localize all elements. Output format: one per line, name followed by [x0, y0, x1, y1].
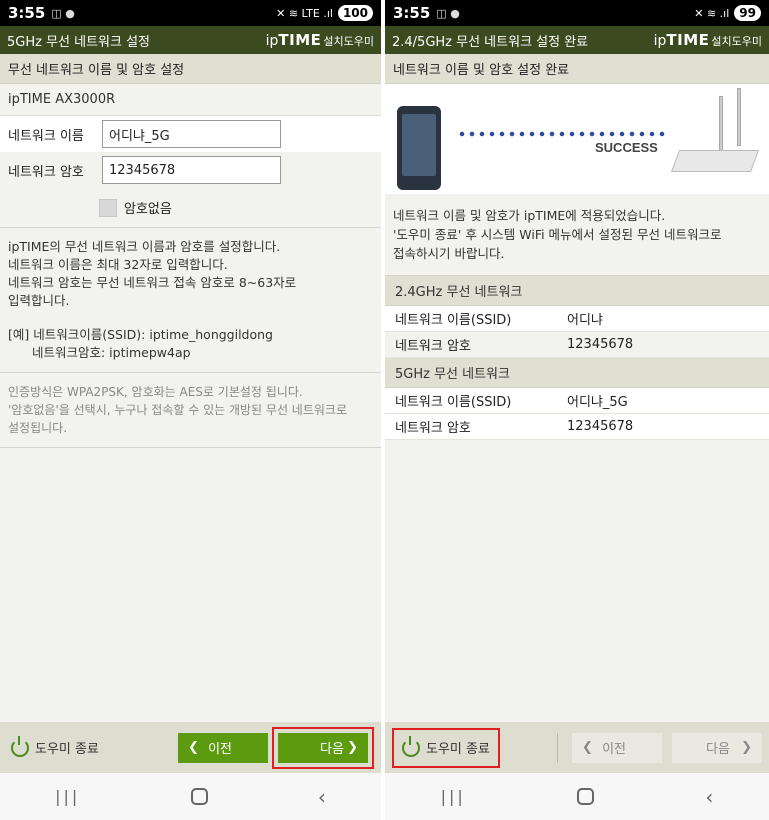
title-bar: 2.4/5GHz 무선 네트워크 설정 완료 ip TIME 설치도우미 — [385, 26, 769, 54]
band-5ghz-header: 5GHz 무선 네트워크 — [385, 358, 769, 388]
system-nav-bar: ||| ‹ — [385, 773, 769, 820]
prev-label: 이전 — [602, 742, 626, 757]
note-line: 인증방식은 WPA2PSK, 암호화는 AES로 기본설정 됩니다. — [8, 385, 303, 399]
password-value: 12345678 — [567, 337, 634, 352]
screenshot-pair: 3:55 ◫ ● ✕ ≋ LTE .ıl 100 5GHz 무선 네트워크 설정… — [0, 0, 769, 820]
completion-message: 네트워크 이름 및 암호가 ipTIME에 적용되었습니다. '도우미 종료' … — [385, 194, 769, 276]
message-line: 접속하시기 바랍니다. — [393, 246, 505, 261]
status-right: ✕ ≋ LTE .ıl 100 — [276, 5, 373, 21]
chevron-right-icon: ❯ — [741, 740, 752, 755]
band-5ghz-password-row: 네트워크 암호 12345678 — [385, 414, 769, 440]
next-button[interactable]: 다음 ❯ — [672, 732, 762, 763]
band-24ghz-password-row: 네트워크 암호 12345678 — [385, 332, 769, 358]
status-bar: 3:55 ◫ ● ✕ ≋ .ıl 99 — [385, 0, 769, 26]
note-line: '암호없음'을 선택시, 누구나 접속할 수 있는 개방된 무선 네트워크로 — [8, 403, 348, 417]
password-label: 네트워크 암호 — [395, 339, 471, 354]
model-name: ipTIME AX3000R — [0, 84, 381, 116]
signal-icon: ✕ ≋ LTE .ıl — [276, 6, 333, 20]
password-value: 12345678 — [567, 419, 634, 434]
system-nav-bar: ||| ‹ — [0, 773, 381, 820]
wizard-bottom-bar: 도우미 종료 ❮ 이전 다음 ❯ — [385, 722, 769, 773]
message-line: 네트워크 이름 및 암호가 ipTIME에 적용되었습니다. — [393, 208, 666, 223]
power-icon — [11, 735, 29, 757]
network-password-label: 네트워크 암호 — [8, 164, 84, 180]
home-icon[interactable] — [577, 788, 595, 805]
exit-wizard-button[interactable]: 도우미 종료 — [398, 732, 494, 764]
section-header: 네트워크 이름 및 암호 설정 완료 — [385, 54, 769, 84]
next-label: 다음 — [706, 742, 730, 757]
section-header: 무선 네트워크 이름 및 암호 설정 — [0, 54, 381, 84]
exit-wizard-label: 도우미 종료 — [426, 742, 490, 757]
notification-icons: ◫ ● — [51, 6, 75, 20]
iptime-logo: ip TIME 설치도우미 — [653, 31, 762, 49]
help-line: 네트워크 암호는 무선 네트워크 접속 암호로 8~63자로 — [8, 275, 297, 290]
notification-icons: ◫ ● — [436, 6, 460, 20]
page-title: 5GHz 무선 네트워크 설정 — [7, 34, 151, 50]
prev-button[interactable]: ❮ 이전 — [572, 732, 662, 763]
ssid-value: 어디냐_5G — [567, 395, 628, 410]
next-button-highlight: 다음 ❯ — [272, 726, 374, 769]
exit-button-highlight: 도우미 종료 — [392, 727, 500, 768]
page-title: 2.4/5GHz 무선 네트워크 설정 완료 — [392, 34, 589, 50]
band-5ghz-ssid-row: 네트워크 이름(SSID) 어디냐_5G — [385, 388, 769, 414]
wizard-screen-network-setup: 3:55 ◫ ● ✕ ≋ LTE .ıl 100 5GHz 무선 네트워크 설정… — [0, 0, 381, 820]
example-line: 네트워크암호: iptimepw4ap — [32, 345, 191, 360]
ssid-label: 네트워크 이름(SSID) — [395, 395, 512, 410]
status-bar: 3:55 ◫ ● ✕ ≋ LTE .ıl 100 — [0, 0, 381, 26]
title-bar: 5GHz 무선 네트워크 설정 ip TIME 설치도우미 — [0, 26, 381, 54]
status-time: 3:55 — [8, 4, 46, 22]
help-line: 네트워크 이름은 최대 32자로 입력합니다. — [8, 257, 228, 272]
help-line: ipTIME의 무선 네트워크 이름과 암호를 설정합니다. — [8, 239, 281, 254]
success-label: SUCCESS — [595, 140, 658, 155]
power-icon — [402, 735, 420, 757]
ssid-value: 어디냐 — [567, 313, 603, 328]
prev-label: 이전 — [208, 742, 232, 757]
auth-note: 인증방식은 WPA2PSK, 암호화는 AES로 기본설정 됩니다. '암호없음… — [0, 373, 381, 448]
smartphone-icon — [397, 106, 441, 190]
chevron-right-icon: ❯ — [347, 740, 358, 755]
note-line: 설정됩니다. — [8, 421, 68, 435]
band-24ghz-ssid-row: 네트워크 이름(SSID) 어디냐 — [385, 306, 769, 332]
battery-icon: 99 — [734, 5, 761, 21]
next-label: 다음 — [320, 742, 344, 757]
recent-apps-icon[interactable]: ||| — [55, 787, 80, 806]
help-line: 입력합니다. — [8, 293, 70, 308]
home-icon[interactable] — [190, 788, 208, 805]
no-password-row: 암호없음 — [0, 188, 381, 228]
exit-wizard-label: 도우미 종료 — [35, 742, 99, 757]
status-time: 3:55 — [393, 4, 431, 22]
message-line: '도우미 종료' 후 시스템 WiFi 메뉴에서 설정된 무선 네트워크로 — [393, 227, 722, 242]
next-button[interactable]: 다음 ❯ — [278, 732, 368, 763]
example-line: [예] 네트워크이름(SSID): iptime_honggildong — [8, 327, 273, 342]
network-name-input[interactable] — [102, 120, 281, 148]
help-description: ipTIME의 무선 네트워크 이름과 암호를 설정합니다. 네트워크 이름은 … — [0, 228, 381, 373]
wizard-bottom-bar: 도우미 종료 ❮ 이전 다음 ❯ — [0, 722, 381, 773]
back-icon[interactable]: ‹ — [705, 785, 713, 809]
signal-icon: ✕ ≋ .ıl — [694, 6, 730, 20]
network-name-label: 네트워크 이름 — [8, 128, 84, 144]
network-name-row: 네트워크 이름 — [0, 116, 381, 152]
exit-wizard-button[interactable]: 도우미 종료 — [7, 732, 103, 764]
no-password-label: 암호없음 — [124, 202, 172, 217]
band-24ghz-header: 2.4GHz 무선 네트워크 — [385, 276, 769, 306]
chevron-left-icon: ❮ — [188, 740, 199, 755]
back-icon[interactable]: ‹ — [318, 785, 326, 809]
network-password-row: 네트워크 암호 — [0, 152, 381, 188]
wizard-screen-setup-complete: 3:55 ◫ ● ✕ ≋ .ıl 99 2.4/5GHz 무선 네트워크 설정 … — [385, 0, 769, 820]
no-password-checkbox[interactable] — [99, 198, 117, 217]
success-illustration: SUCCESS — [385, 84, 769, 194]
network-password-input[interactable] — [102, 156, 281, 184]
password-label: 네트워크 암호 — [395, 421, 471, 436]
prev-button[interactable]: ❮ 이전 — [178, 732, 268, 763]
ssid-label: 네트워크 이름(SSID) — [395, 313, 512, 328]
status-right: ✕ ≋ .ıl 99 — [694, 5, 761, 21]
battery-icon: 100 — [337, 5, 373, 21]
recent-apps-icon[interactable]: ||| — [441, 787, 466, 806]
bar-separator — [557, 732, 558, 763]
chevron-left-icon: ❮ — [582, 740, 593, 755]
iptime-logo: ip TIME 설치도우미 — [265, 31, 374, 49]
connection-dots — [457, 130, 667, 138]
